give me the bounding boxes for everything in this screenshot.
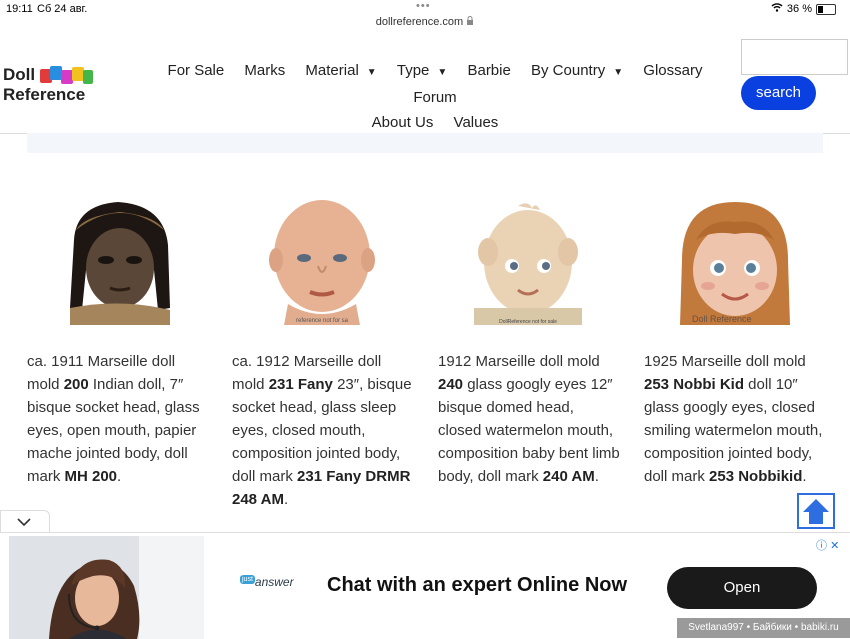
more-dots-icon[interactable]: ••• xyxy=(416,1,431,12)
status-bar: 19:11 Сб 24 авг. ••• dollreference.com 3… xyxy=(0,0,850,33)
back-to-top-button[interactable] xyxy=(797,493,835,529)
nav-label: Values xyxy=(453,114,499,131)
battery-percent: 36 % xyxy=(786,3,812,15)
caption-text: 1912 Marseille doll mold xyxy=(438,353,600,370)
doll-image[interactable] xyxy=(66,200,174,325)
caption-text: 1925 Marseille doll mold xyxy=(644,353,806,370)
ad-choices[interactable]: ⓘ ✕ xyxy=(816,537,839,553)
lock-icon xyxy=(466,16,474,28)
speech-bubble-icon: just xyxy=(240,575,255,584)
adchoices-icon[interactable]: ⓘ xyxy=(816,540,827,552)
nav-label: Type xyxy=(396,62,430,79)
site-header: Doll Reference For Sale Marks Material ▼ … xyxy=(0,33,850,134)
caption-bold: 253 Nobbikid xyxy=(709,468,803,485)
caption-text: . xyxy=(802,468,807,485)
doll-card-253: Doll Reference xyxy=(640,200,830,325)
ad-logo: just answer xyxy=(240,575,294,589)
caption-bold: MH 200 xyxy=(64,468,118,485)
doll-caption-200: ca. 1911 Marseille doll mold 200 Indian … xyxy=(27,350,205,488)
image-watermark: DollReference not for sale xyxy=(499,319,557,325)
arrow-up-icon xyxy=(803,499,829,524)
caption-text: . xyxy=(117,468,122,485)
doll-card-200 xyxy=(25,200,215,325)
doll-image[interactable]: reference not for sa xyxy=(268,200,376,325)
nav-forum[interactable]: Forum xyxy=(409,85,460,110)
wifi-icon xyxy=(771,3,783,15)
status-time: 19:11 xyxy=(6,3,33,15)
caret-down-icon: ▼ xyxy=(437,67,448,78)
ad-close-icon[interactable]: ✕ xyxy=(830,540,839,552)
caption-bold: 253 Nobbi Kid xyxy=(644,376,745,393)
image-watermark: Doll Reference xyxy=(692,314,752,324)
caption-bold: 240 AM xyxy=(542,468,595,485)
nav-glossary[interactable]: Glossary xyxy=(639,58,706,83)
nav-label: Marks xyxy=(244,62,286,79)
caption-bold: 231 Fany xyxy=(268,376,333,393)
doll-caption-253: 1925 Marseille doll mold 253 Nobbi Kid d… xyxy=(644,350,824,488)
ad-open-button[interactable]: Open xyxy=(667,567,817,609)
nav-values[interactable]: Values xyxy=(450,110,503,135)
nav-label: Forum xyxy=(413,89,457,106)
status-date: Сб 24 авг. xyxy=(37,3,88,15)
nav-for-sale[interactable]: For Sale xyxy=(164,58,229,83)
caption-text: . xyxy=(594,468,599,485)
search-button[interactable]: search xyxy=(741,76,816,110)
caret-down-icon: ▼ xyxy=(366,67,377,78)
nav-type[interactable]: Type ▼ xyxy=(393,58,451,85)
address-bar[interactable]: dollreference.com xyxy=(0,16,850,28)
main-nav: For Sale Marks Material ▼ Type ▼ Barbie By… xyxy=(140,58,730,135)
ad-headline[interactable]: Chat with an expert Online Now xyxy=(327,574,627,597)
nav-label: Material xyxy=(305,62,359,79)
image-watermark: reference not for sa xyxy=(296,318,349,324)
doll-image[interactable]: Doll Reference xyxy=(678,200,792,325)
nav-label: By Country xyxy=(531,62,606,79)
battery-icon xyxy=(816,3,836,15)
caret-down-icon: ▼ xyxy=(613,67,624,78)
site-logo[interactable]: Doll Reference xyxy=(3,65,103,109)
nav-label: For Sale xyxy=(167,62,225,79)
status-right: 36 % xyxy=(771,3,836,15)
caption-bold: 240 xyxy=(438,376,464,393)
nav-label: About Us xyxy=(371,114,434,131)
doll-card-240: DollReference not for sale xyxy=(433,200,623,325)
ad-collapse-tab[interactable] xyxy=(0,510,50,533)
nav-marks[interactable]: Marks xyxy=(240,58,289,83)
chevron-down-icon xyxy=(17,518,31,527)
doll-caption-231: ca. 1912 Marseille doll mold 231 Fany 23… xyxy=(232,350,414,511)
search-input[interactable] xyxy=(741,39,848,75)
doll-card-231: reference not for sa xyxy=(227,200,417,325)
nav-barbie[interactable]: Barbie xyxy=(463,58,514,83)
logo-blocks-icon xyxy=(40,66,94,84)
ad-logo-text: answer xyxy=(254,575,294,589)
logo-line2: Reference xyxy=(3,85,86,104)
logo-line1: Doll xyxy=(3,65,36,84)
nav-label: Glossary xyxy=(643,62,703,79)
doll-image[interactable]: DollReference not for sale xyxy=(474,200,582,325)
caption-bold: 200 xyxy=(63,376,89,393)
nav-label: Barbie xyxy=(467,62,511,79)
content-banner-strip xyxy=(27,133,823,153)
nav-by-country[interactable]: By Country ▼ xyxy=(527,58,627,85)
image-watermark-footer: Svetlana997 • Байбики • babiki.ru xyxy=(677,618,850,638)
doll-caption-240: 1912 Marseille doll mold 240 glass googl… xyxy=(438,350,620,488)
ad-photo xyxy=(9,536,204,639)
nav-about-us[interactable]: About Us xyxy=(368,110,438,135)
nav-material[interactable]: Material ▼ xyxy=(301,58,380,85)
caption-text: . xyxy=(283,491,289,508)
url-text: dollreference.com xyxy=(375,16,464,28)
